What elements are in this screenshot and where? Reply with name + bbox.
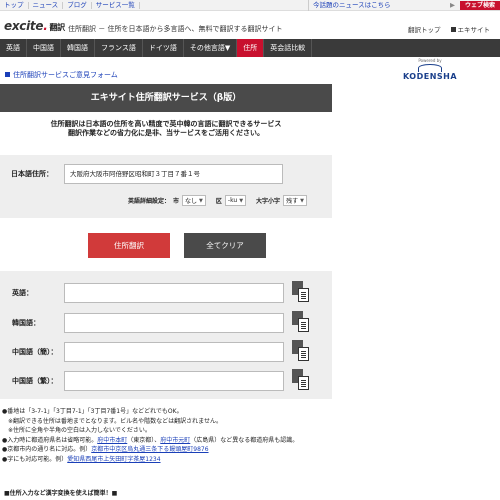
aza-option-label: 大字小字 bbox=[256, 198, 281, 205]
aza-option-value: 残す bbox=[286, 198, 299, 205]
page-title: エキサイト住所翻訳サービス（β版） bbox=[0, 84, 332, 112]
nav-item-german[interactable]: ドイツ語 bbox=[143, 39, 184, 57]
trending-news-link[interactable]: 今話題のニュースはこちら ▶ bbox=[308, 0, 458, 11]
utility-link-services[interactable]: サービス一覧 bbox=[92, 2, 140, 9]
city-option-label: 市 bbox=[173, 198, 180, 205]
utility-link-news[interactable]: ニュース bbox=[29, 2, 64, 9]
result-row-english: 英語： bbox=[0, 281, 332, 305]
result-row-korean: 韓国語： bbox=[0, 311, 332, 335]
translate-address-button[interactable]: 住所翻訳 bbox=[88, 233, 170, 258]
arrow-right-icon: ▶ bbox=[450, 1, 455, 9]
language-nav: 英語 中国語 韓国語 フランス語 ドイツ語 その他言語▼ 住所 英会話比較 bbox=[0, 39, 500, 57]
japanese-address-input[interactable]: 大阪府大阪市阿倍野区昭和町３丁目７番１号 bbox=[64, 164, 283, 184]
square-bullet-icon bbox=[5, 72, 10, 77]
example-link[interactable]: 府中市本町 bbox=[97, 437, 127, 444]
note-text: ●京都市内の通り名に対応。例） bbox=[2, 446, 92, 453]
kodensha-logo: Powered by KODENSHA bbox=[398, 58, 462, 81]
result-label-chinese-simplified: 中国語（簡）： bbox=[12, 348, 58, 356]
intro-line-1: 住所翻訳は日本語の住所を高い精度で英中韓の言語に翻訳できるサービス bbox=[50, 120, 282, 128]
ward-option-label: 区 bbox=[215, 198, 222, 205]
example-link[interactable]: 愛知県西尾市上矢田町字茶屋1234 bbox=[67, 456, 160, 463]
note-line: ●番地は「3-7-1」「3丁目7-1」「3丁目7番1号」などどれでもOK。 bbox=[2, 408, 183, 415]
logo-text: excite bbox=[4, 19, 44, 33]
note-line: ●京都市内の通り名に対応。例）京都市中京区烏丸通三条下る饅頭屋町9876 bbox=[2, 445, 402, 455]
chevron-down-icon: ▼ bbox=[239, 197, 244, 204]
nav-item-eikaiwa[interactable]: 英会話比較 bbox=[264, 39, 313, 57]
example-link[interactable]: 府中市元町 bbox=[160, 437, 190, 444]
powered-by-text: Powered by bbox=[418, 58, 442, 63]
note-line: ●字にも対応可能。例）愛知県西尾市上矢田町字茶屋1234 bbox=[2, 455, 402, 465]
note-text: ●入力時に都道府県名は省略可能。 bbox=[2, 436, 98, 444]
copy-icon[interactable] bbox=[292, 369, 314, 393]
result-label-korean: 韓国語： bbox=[12, 319, 40, 327]
note-text: （広島県）など異なる都道府県も認識。 bbox=[190, 436, 299, 444]
feedback-form-link[interactable]: 住所翻訳サービスご意見フォーム bbox=[5, 70, 118, 80]
results-panel: 英語： 韓国語： 中国語（簡）： 中国語（繁）： bbox=[0, 271, 332, 399]
excite-logo[interactable]: excite. 翻訳 bbox=[4, 19, 65, 33]
logo-dot: . bbox=[43, 19, 48, 33]
nav-item-address[interactable]: 住所 bbox=[237, 39, 265, 57]
ward-option-select[interactable]: -ku ▼ bbox=[224, 195, 247, 206]
trending-news-label: 今話題のニュースはこちら bbox=[313, 1, 391, 9]
copy-icon[interactable] bbox=[292, 311, 314, 335]
example-link[interactable]: 京都市中京区烏丸通三条下る饅頭屋町9876 bbox=[91, 446, 208, 453]
intro-line-2: 翻訳作業などの省力化に是非、当サービスをご活用ください。 bbox=[68, 129, 264, 137]
top-utility-bar: トップ ニュース ブログ サービス一覧 今話題のニュースはこちら ▶ ウェブ検索 bbox=[0, 0, 500, 11]
ward-option-value: -ku bbox=[227, 197, 238, 204]
note-line: ※住所に全角や半角の空白は入力しないでください。 bbox=[8, 427, 151, 434]
city-option-select[interactable]: なし ▼ bbox=[182, 195, 206, 206]
result-field-korean[interactable] bbox=[64, 313, 284, 333]
nav-item-english[interactable]: 英語 bbox=[0, 39, 27, 57]
brand-bar: excite. 翻訳 住所翻訳 － 住所を日本語から多言語へ、無料で翻訳する翻訳サ… bbox=[0, 11, 500, 39]
intro-text: 住所翻訳は日本語の住所を高い精度で英中韓の言語に翻訳できるサービス 翻訳作業など… bbox=[0, 120, 332, 138]
result-row-chinese-traditional: 中国語（繁）： bbox=[0, 369, 332, 393]
feedback-label: 住所翻訳サービスご意見フォーム bbox=[13, 71, 118, 79]
utility-link-top[interactable]: トップ bbox=[0, 2, 29, 9]
excite-home-label: エキサイト bbox=[457, 26, 491, 34]
usage-notes: ●番地は「3-7-1」「3丁目7-1」「3丁目7番1号」などどれでもOK。 ※翻… bbox=[2, 407, 402, 464]
chevron-down-icon: ▼ bbox=[300, 197, 304, 204]
result-label-chinese-traditional: 中国語（繁）： bbox=[12, 377, 58, 385]
japanese-address-label: 日本語住所： bbox=[11, 170, 53, 178]
city-option-value: なし bbox=[185, 198, 198, 205]
nav-item-french[interactable]: フランス語 bbox=[95, 39, 143, 57]
english-options-label: 英語詳細設定： bbox=[128, 198, 171, 205]
excite-home-link[interactable]: エキサイト bbox=[450, 24, 491, 34]
nav-item-other-languages[interactable]: その他言語▼ bbox=[184, 39, 238, 57]
result-field-chinese-traditional[interactable] bbox=[64, 371, 284, 391]
note-text: ●字にも対応可能。例） bbox=[2, 455, 68, 463]
note-line: ●入力時に都道府県名は省略可能。府中市本町（東京都）、府中市元町（広島県）など異… bbox=[2, 436, 402, 446]
note-line: ※翻訳できる住所は番地までとなります。ビル名や階数などは翻訳されません。 bbox=[8, 417, 222, 425]
nav-item-chinese[interactable]: 中国語 bbox=[27, 39, 61, 57]
brand-right-links: 翻訳トップ エキサイト bbox=[408, 24, 490, 34]
result-label-english: 英語： bbox=[12, 289, 33, 297]
result-row-chinese-simplified: 中国語（簡）： bbox=[0, 340, 332, 364]
result-field-english[interactable] bbox=[64, 283, 284, 303]
kanji-conversion-hint: ■住所入力など漢字変換を使えば簡単！■ bbox=[4, 490, 118, 497]
aza-option-select[interactable]: 残す ▼ bbox=[283, 195, 307, 206]
square-icon bbox=[450, 26, 456, 32]
input-panel: 日本語住所： 大阪府大阪市阿倍野区昭和町３丁目７番１号 英語詳細設定： 市 なし… bbox=[0, 155, 332, 218]
chevron-down-icon: ▼ bbox=[199, 197, 203, 204]
translate-top-link[interactable]: 翻訳トップ bbox=[408, 24, 441, 34]
clear-all-button[interactable]: 全てクリア bbox=[184, 233, 266, 258]
site-tagline: 住所翻訳 － 住所を日本語から多言語へ、無料で翻訳する翻訳サイト bbox=[68, 25, 283, 33]
english-options: 英語詳細設定： 市 なし ▼ 区 -ku ▼ 大字小字 残す ▼ bbox=[128, 195, 307, 206]
utility-link-blog[interactable]: ブログ bbox=[63, 2, 92, 9]
logo-sub: 翻訳 bbox=[49, 23, 65, 32]
note-text: （東京都）、 bbox=[127, 436, 161, 444]
result-field-chinese-simplified[interactable] bbox=[64, 342, 284, 362]
kodensha-arc-icon bbox=[418, 64, 442, 72]
nav-item-korean[interactable]: 韓国語 bbox=[61, 39, 95, 57]
kodensha-name: KODENSHA bbox=[402, 72, 458, 81]
web-search-button[interactable]: ウェブ検索 bbox=[460, 1, 500, 10]
copy-icon[interactable] bbox=[292, 340, 314, 364]
copy-icon[interactable] bbox=[292, 281, 314, 305]
utility-links: トップ ニュース ブログ サービス一覧 bbox=[0, 2, 140, 9]
